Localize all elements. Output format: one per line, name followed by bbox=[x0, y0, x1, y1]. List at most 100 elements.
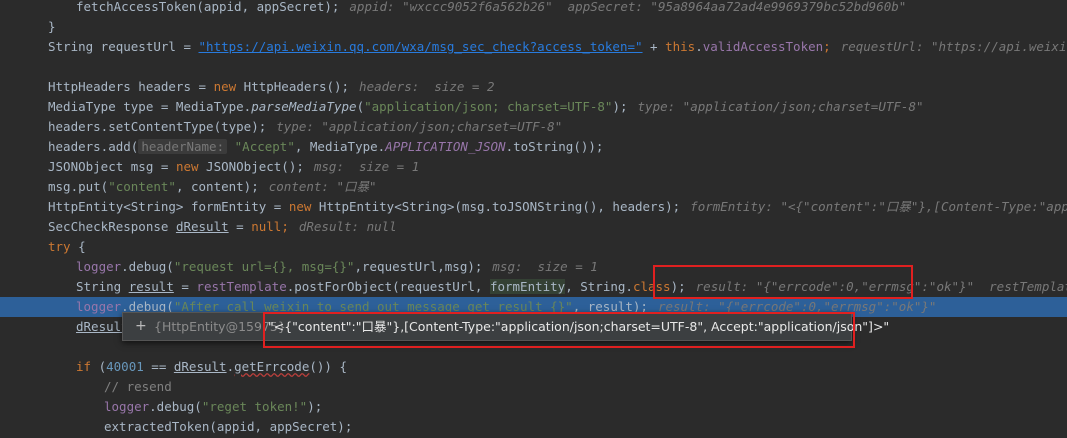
code-token: "application/json; charset=UTF-8" bbox=[364, 99, 613, 114]
code-token: . bbox=[226, 359, 235, 374]
code-token: , MediaType. bbox=[294, 139, 386, 154]
code-token: , String. bbox=[565, 279, 633, 294]
code-token: "https://api.weixin.qq.com/wxa/msg_sec_c… bbox=[198, 39, 643, 54]
code-token: ()) { bbox=[309, 359, 347, 374]
code-token: String requestUrl = bbox=[48, 39, 199, 54]
code-token: .debug( bbox=[121, 259, 174, 274]
code-line[interactable]: SecCheckResponse dResult = null; dResult:… bbox=[0, 217, 1067, 237]
code-token: .postForObject(requestUrl, bbox=[286, 279, 490, 294]
inline-debug-value: msg: size = 1 bbox=[492, 259, 598, 274]
code-token: HttpEntity<String> formEntity = bbox=[48, 199, 289, 214]
code-token: extractedToken(appid, appSecret); bbox=[104, 419, 353, 434]
code-token: = bbox=[173, 279, 197, 294]
code-token: headers.setContentType(type); bbox=[48, 119, 267, 134]
code-line-content: String requestUrl = "https://api.weixin.… bbox=[48, 37, 1067, 57]
code-line-content: headers.add(headerName: "Accept", MediaT… bbox=[48, 137, 603, 157]
code-line-content: String result = restTemplate.postForObje… bbox=[76, 277, 1067, 297]
code-token: APPLICATION_JSON bbox=[385, 139, 506, 154]
code-token: .toString()); bbox=[505, 139, 604, 154]
code-token: new bbox=[288, 199, 312, 214]
code-line[interactable] bbox=[0, 57, 1067, 77]
code-token: null bbox=[251, 219, 282, 234]
code-token: ); bbox=[612, 99, 628, 114]
code-token: logger bbox=[76, 259, 122, 274]
code-line-content: logger.debug("reget token!"); bbox=[104, 397, 322, 417]
code-line[interactable]: fetchAccessToken(appid, appSecret); appid… bbox=[0, 0, 1067, 17]
code-token: headers.add( bbox=[48, 139, 139, 154]
code-line[interactable]: } bbox=[0, 17, 1067, 37]
code-line-content: if (40001 == dResult.getErrcode()) { bbox=[76, 357, 347, 377]
code-token: 40001 bbox=[106, 359, 144, 374]
code-token: { bbox=[70, 239, 86, 254]
code-line-content: HttpEntity<String> formEntity = new Http… bbox=[48, 197, 1067, 217]
code-token: HttpEntity<String>(msg.toJSONString(), h… bbox=[311, 199, 681, 214]
code-token: if bbox=[76, 359, 92, 374]
code-token: == bbox=[143, 359, 174, 374]
code-token: } bbox=[48, 19, 56, 34]
code-token: fetchAccessToken(appid, appSecret); bbox=[76, 0, 340, 14]
code-token: ; bbox=[823, 39, 831, 54]
expand-plus-icon[interactable]: + bbox=[135, 313, 147, 340]
tooltip-highlight-box bbox=[263, 312, 855, 348]
code-line-content: try { bbox=[48, 237, 86, 257]
code-token: HttpHeaders(); bbox=[236, 79, 350, 94]
code-line[interactable]: HttpHeaders headers = new HttpHeaders();… bbox=[0, 77, 1067, 97]
code-line[interactable]: msg.put("content", content); content: "口暴… bbox=[0, 177, 1067, 197]
code-token: HttpHeaders headers = bbox=[48, 79, 214, 94]
code-token: ; bbox=[281, 219, 289, 234]
code-token: new bbox=[213, 79, 237, 94]
code-line-content: MediaType type = MediaType.parseMediaTyp… bbox=[48, 97, 924, 117]
code-token: + bbox=[642, 39, 666, 54]
code-line-content: } bbox=[48, 17, 56, 37]
code-token: dResult bbox=[175, 219, 229, 234]
code-token: dResult bbox=[76, 319, 129, 334]
code-line[interactable]: headers.setContentType(type); type: "appl… bbox=[0, 117, 1067, 137]
code-token: logger bbox=[104, 399, 150, 414]
code-line-content: JSONObject msg = new JSONObject(); msg: s… bbox=[48, 157, 419, 177]
inline-debug-value: requestUrl: "https://api.weixin.qq.com/w… bbox=[840, 39, 1067, 54]
code-token: JSONObject msg = bbox=[48, 159, 176, 174]
code-token: this bbox=[665, 39, 696, 54]
code-line[interactable]: extractedToken(appid, appSecret); bbox=[0, 417, 1067, 437]
code-line[interactable]: // resend bbox=[0, 377, 1067, 397]
inline-debug-value: content: "口暴" bbox=[268, 179, 377, 194]
code-token: logger bbox=[76, 299, 122, 314]
inline-debug-value: formEntity: "<{"content":"口暴"},[Content-… bbox=[690, 199, 1067, 214]
code-token: msg.put( bbox=[48, 179, 109, 194]
code-line[interactable]: try { bbox=[0, 237, 1067, 257]
code-token: parseMediaType bbox=[251, 99, 357, 114]
code-line[interactable]: if (40001 == dResult.getErrcode()) { bbox=[0, 357, 1067, 377]
code-line[interactable]: MediaType type = MediaType.parseMediaTyp… bbox=[0, 97, 1067, 117]
code-token: JSONObject(); bbox=[198, 159, 304, 174]
code-token: .debug( bbox=[149, 399, 202, 414]
result-highlight-box bbox=[653, 265, 913, 299]
code-token: "reget token!" bbox=[201, 399, 308, 414]
code-token: dResult bbox=[173, 359, 227, 374]
code-line-content: fetchAccessToken(appid, appSecret); appid… bbox=[76, 0, 906, 17]
code-token: "Accept" bbox=[234, 139, 295, 154]
code-line[interactable]: HttpEntity<String> formEntity = new Http… bbox=[0, 197, 1067, 217]
inline-debug-value: type: "application/json;charset=UTF-8" bbox=[637, 99, 924, 114]
code-token: String bbox=[76, 279, 129, 294]
code-line[interactable]: headers.add(headerName: "Accept", MediaT… bbox=[0, 137, 1067, 157]
code-line-content: extractedToken(appid, appSecret); bbox=[104, 417, 352, 437]
code-token: new bbox=[175, 159, 199, 174]
parameter-hint: headerName: bbox=[138, 139, 228, 154]
code-line-content: SecCheckResponse dResult = null; dResult:… bbox=[48, 217, 397, 237]
code-token: validAccessToken bbox=[702, 39, 824, 54]
code-token: "request url={}, msg={}" bbox=[173, 259, 355, 274]
code-token: ); bbox=[307, 399, 323, 414]
code-token: , content); bbox=[175, 179, 259, 194]
code-line[interactable]: JSONObject msg = new JSONObject(); msg: s… bbox=[0, 157, 1067, 177]
inline-debug-value: appid: "wxccc9052f6a562b26" appSecret: "… bbox=[349, 0, 907, 14]
inline-debug-value: headers: size = 2 bbox=[359, 79, 495, 94]
code-line[interactable]: String requestUrl = "https://api.weixin.… bbox=[0, 37, 1067, 57]
code-token: result bbox=[128, 279, 174, 294]
code-line[interactable]: logger.debug("reget token!"); bbox=[0, 397, 1067, 417]
code-line-content: headers.setContentType(type); type: "appl… bbox=[48, 117, 562, 137]
code-token: formEntity bbox=[489, 279, 566, 294]
code-token: SecCheckResponse bbox=[48, 219, 176, 234]
inline-debug-value: msg: size = 1 bbox=[313, 159, 420, 174]
code-line-content: logger.debug("request url={}, msg={}",re… bbox=[76, 257, 598, 277]
